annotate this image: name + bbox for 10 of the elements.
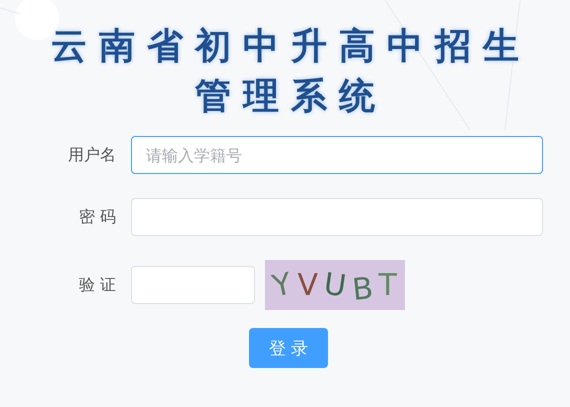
captcha-field[interactable]: [131, 266, 255, 304]
password-field[interactable]: [131, 198, 543, 236]
field-label: 验 证: [78, 274, 117, 296]
page-title: 云南省初中升高中招生: [51, 25, 531, 69]
field-label: 密 码: [78, 206, 117, 228]
captcha-image[interactable]: YVUBT: [265, 260, 405, 310]
page-title: 管理系统: [195, 75, 387, 119]
field-label: 用户名: [67, 144, 117, 166]
username-field[interactable]: 请输入学籍号: [131, 136, 543, 174]
login-button[interactable]: 登 录: [249, 328, 328, 368]
